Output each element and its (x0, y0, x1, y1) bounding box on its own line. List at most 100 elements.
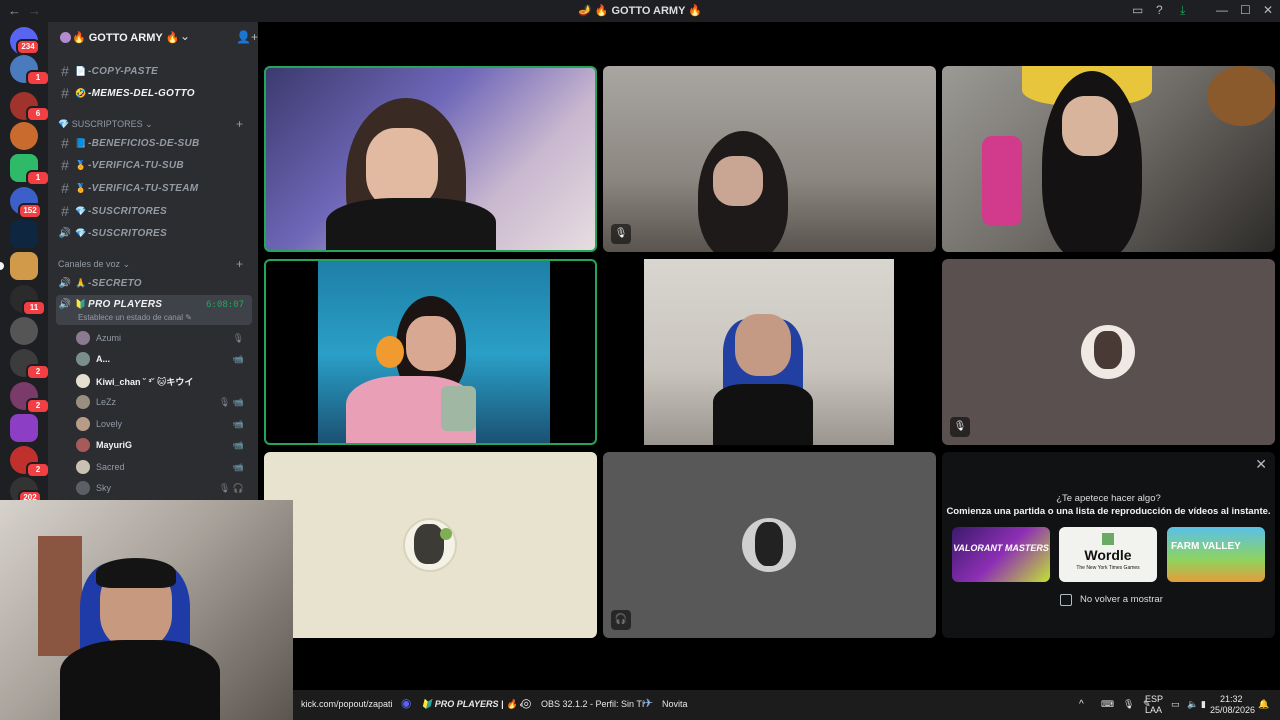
dm-badge: 234 (16, 39, 40, 55)
voice-channel-pro-players[interactable]: 🔊 🔰 PRO PLAYERS 6:08:07 Establece un est… (56, 295, 252, 325)
hashtag-icon: # (61, 135, 69, 151)
channel-label: -MEMES-DEL-GOTTO (88, 87, 195, 99)
voice-member[interactable]: Lovely 📹 (76, 414, 252, 434)
activity-card-valorant[interactable]: VALORANT MASTERS (952, 527, 1050, 582)
video-tile[interactable] (264, 66, 597, 252)
chevron-down-icon: ⌄ (122, 259, 131, 269)
activity-subtitle: Comienza una partida o una lista de repr… (946, 506, 1271, 517)
title-bar: ← → 🪔 🔥 GOTTO ARMY 🔥 ▭ ? ⤓ — ☐ ✕ (0, 0, 1280, 22)
voice-member[interactable]: Sacred 📹 (76, 457, 252, 477)
avatar (76, 374, 90, 388)
avatar (76, 460, 90, 474)
activity-card-wordle[interactable]: Wordle The New York Times Games (1059, 527, 1157, 582)
video-tile[interactable] (264, 259, 597, 445)
member-name: Sacred (96, 462, 125, 472)
avatar (76, 331, 90, 345)
help-icon[interactable]: ? (1156, 3, 1163, 17)
clock-date[interactable]: 25/08/2026 (1210, 705, 1255, 715)
server-badge: 1 (26, 170, 50, 186)
voice-member[interactable]: MayuriG 📹 (76, 435, 252, 455)
hashtag-icon: # (61, 157, 69, 173)
voice-member[interactable]: Sky 🎙 🎧 (76, 478, 252, 498)
speaker-icon: 🔊 (58, 227, 72, 239)
activity-card-farm[interactable]: FARM VALLEY (1167, 527, 1265, 582)
channel-copy-paste[interactable]: # 📄 -COPY-PASTE (56, 61, 252, 81)
door (38, 536, 82, 656)
hashtag-icon: # (61, 85, 69, 101)
close-window-icon[interactable]: ✕ (1263, 3, 1273, 17)
video-tile[interactable]: 🎧 (603, 452, 936, 638)
server-badge: 11 (22, 300, 46, 316)
server-icon[interactable] (10, 317, 38, 345)
voice-channel-secreto[interactable]: 🔊 🙏 -SECRETO (56, 273, 252, 293)
muted-mic-camera-icon: 🎙 📹 (218, 396, 244, 407)
server-badge: 2 (26, 462, 50, 478)
network-icon[interactable]: ▭ (1171, 699, 1180, 710)
obs-icon: ◎ (521, 696, 532, 710)
video-tile[interactable] (264, 452, 597, 638)
novita-task[interactable]: Novita (662, 699, 688, 709)
set-channel-status[interactable]: Establece un estado de canal ✎ (78, 313, 192, 322)
minimize-icon[interactable]: — (1216, 3, 1228, 17)
channel-emoji: 📘 (75, 137, 87, 148)
avatar (76, 352, 90, 366)
webcam-overlay (0, 500, 293, 720)
keyboard-layout[interactable]: LAA (1145, 705, 1162, 715)
member-name: Sky (96, 483, 112, 493)
channel-label: -VERIFICA-TU-SUB (88, 159, 184, 171)
chevron-up-icon[interactable]: ^ (1079, 699, 1084, 710)
maximize-icon[interactable]: ☐ (1240, 3, 1251, 17)
dont-show-again-checkbox[interactable] (1060, 594, 1072, 606)
channel-beneficios[interactable]: # 📘 -BENEFICIOS-DE-SUB (56, 133, 252, 153)
battery-icon[interactable]: ▮ (1201, 699, 1206, 710)
server-icon[interactable] (10, 252, 38, 280)
channel-verifica-sub[interactable]: # 🏅 -VERIFICA-TU-SUB (56, 155, 252, 175)
category-label: SUSCRIPTORES (71, 119, 143, 129)
hashtag-icon: # (61, 63, 69, 79)
invite-people-icon[interactable]: 👤+ (236, 30, 258, 44)
add-channel-icon[interactable]: + (236, 257, 243, 271)
server-icon[interactable] (10, 122, 38, 150)
video-tile[interactable]: 🎙 (603, 66, 936, 252)
voice-member[interactable]: Azumi 🎙 (76, 328, 252, 348)
window-title: 🪔 🔥 GOTTO ARMY 🔥 (577, 5, 702, 17)
close-icon[interactable]: ✕ (1255, 456, 1267, 473)
server-icon[interactable] (10, 414, 38, 442)
chevron-down-icon[interactable]: ⌄ (180, 29, 190, 43)
discord-task[interactable]: 🔰 PRO PLAYERS | 🔥 ‹ (421, 699, 523, 710)
browser-task[interactable]: kick.com/popout/zapati (301, 699, 393, 709)
inbox-icon[interactable]: ▭ (1132, 3, 1143, 17)
voice-member[interactable]: A... 📹 (76, 349, 252, 369)
video-tile[interactable] (942, 66, 1275, 252)
speaker-icon[interactable]: 🔈 (1187, 699, 1198, 710)
video-tile[interactable]: 🎙 (942, 259, 1275, 445)
channel-verifica-steam[interactable]: # 🏅 -VERIFICA-TU-STEAM (56, 178, 252, 198)
server-icon[interactable] (10, 220, 38, 248)
drink-cup (441, 386, 476, 431)
language-code[interactable]: ESP (1145, 694, 1163, 704)
discord-icon: ◉ (401, 696, 412, 710)
voice-member[interactable]: LeZz 🎙 📹 (76, 392, 252, 412)
video-tile[interactable] (603, 259, 936, 445)
server-name: 🔥 GOTTO ARMY 🔥 (72, 32, 180, 44)
camera-icon: 📹 (232, 418, 244, 429)
avatar (76, 438, 90, 452)
channel-suscritores-text[interactable]: # 💎 -SUSCRITORES (56, 201, 252, 221)
notification-icon[interactable]: 🔔 (1258, 699, 1269, 710)
channel-emoji: 📄 (75, 65, 87, 76)
novita-icon: ✈ (643, 696, 654, 710)
participant-shirt (326, 198, 496, 250)
clock-time[interactable]: 21:32 (1220, 694, 1243, 704)
channel-memes[interactable]: # 🤣 -MEMES-DEL-GOTTO (56, 83, 252, 103)
participant-face (366, 128, 438, 208)
download-icon[interactable]: ⤓ (1180, 3, 1185, 18)
voice-member[interactable]: Kiwi_chan ˘ ³˘ 🐱キウイ (76, 371, 252, 391)
server-header[interactable]: 🔥 GOTTO ARMY 🔥 ⌄ 👤+ (48, 22, 258, 54)
channel-suscritores-voice[interactable]: 🔊 💎 -SUSCRITORES (56, 223, 252, 243)
category-subs[interactable]: 💎 SUSCRIPTORES ⌄ (58, 119, 153, 130)
add-channel-icon[interactable]: + (236, 117, 243, 131)
category-voice[interactable]: Canales de voz ⌄ (58, 259, 130, 270)
card-label: Wordle (1084, 547, 1132, 563)
participant-face (713, 156, 763, 206)
obs-task[interactable]: OBS 32.1.2 - Perfil: Sin Tí (541, 699, 644, 709)
